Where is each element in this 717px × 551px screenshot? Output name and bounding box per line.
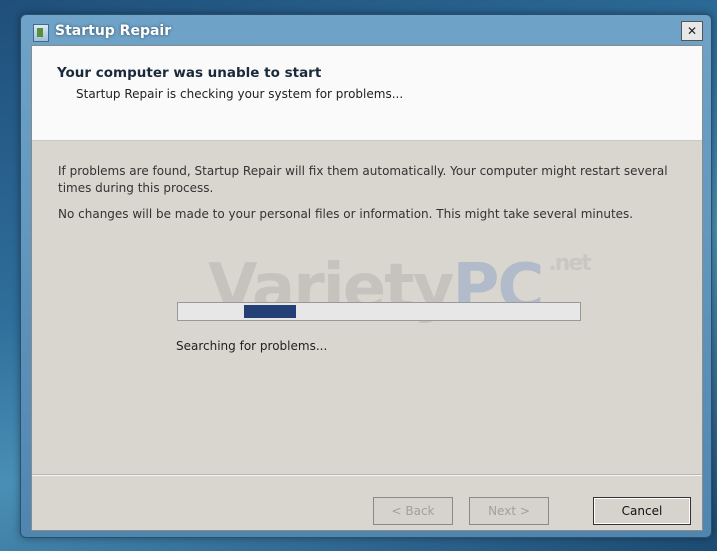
close-button[interactable]: ✕ xyxy=(681,21,703,41)
back-button[interactable]: < Back xyxy=(373,497,453,525)
close-icon: ✕ xyxy=(686,24,698,38)
startup-repair-icon xyxy=(33,24,49,42)
header-panel: Your computer was unable to start Startu… xyxy=(32,46,702,141)
page-subtitle: Startup Repair is checking your system f… xyxy=(76,87,404,101)
title-bar[interactable]: Startup Repair ✕ xyxy=(21,15,711,45)
progress-marquee xyxy=(244,305,296,318)
footer-divider xyxy=(32,474,702,475)
progress-bar xyxy=(177,302,581,321)
watermark-part3: .net xyxy=(548,251,591,276)
page-title: Your computer was unable to start xyxy=(57,65,322,81)
status-text: Searching for problems... xyxy=(176,339,328,353)
window-title: Startup Repair xyxy=(55,23,172,39)
next-button[interactable]: Next > xyxy=(469,497,549,525)
info-paragraph-2: No changes will be made to your personal… xyxy=(58,207,634,221)
cancel-button[interactable]: Cancel xyxy=(593,497,691,525)
dialog-content: Your computer was unable to start Startu… xyxy=(31,45,703,531)
info-paragraph-1: If problems are found, Startup Repair wi… xyxy=(58,164,668,195)
startup-repair-window: Startup Repair ✕ Your computer was unabl… xyxy=(20,14,712,538)
